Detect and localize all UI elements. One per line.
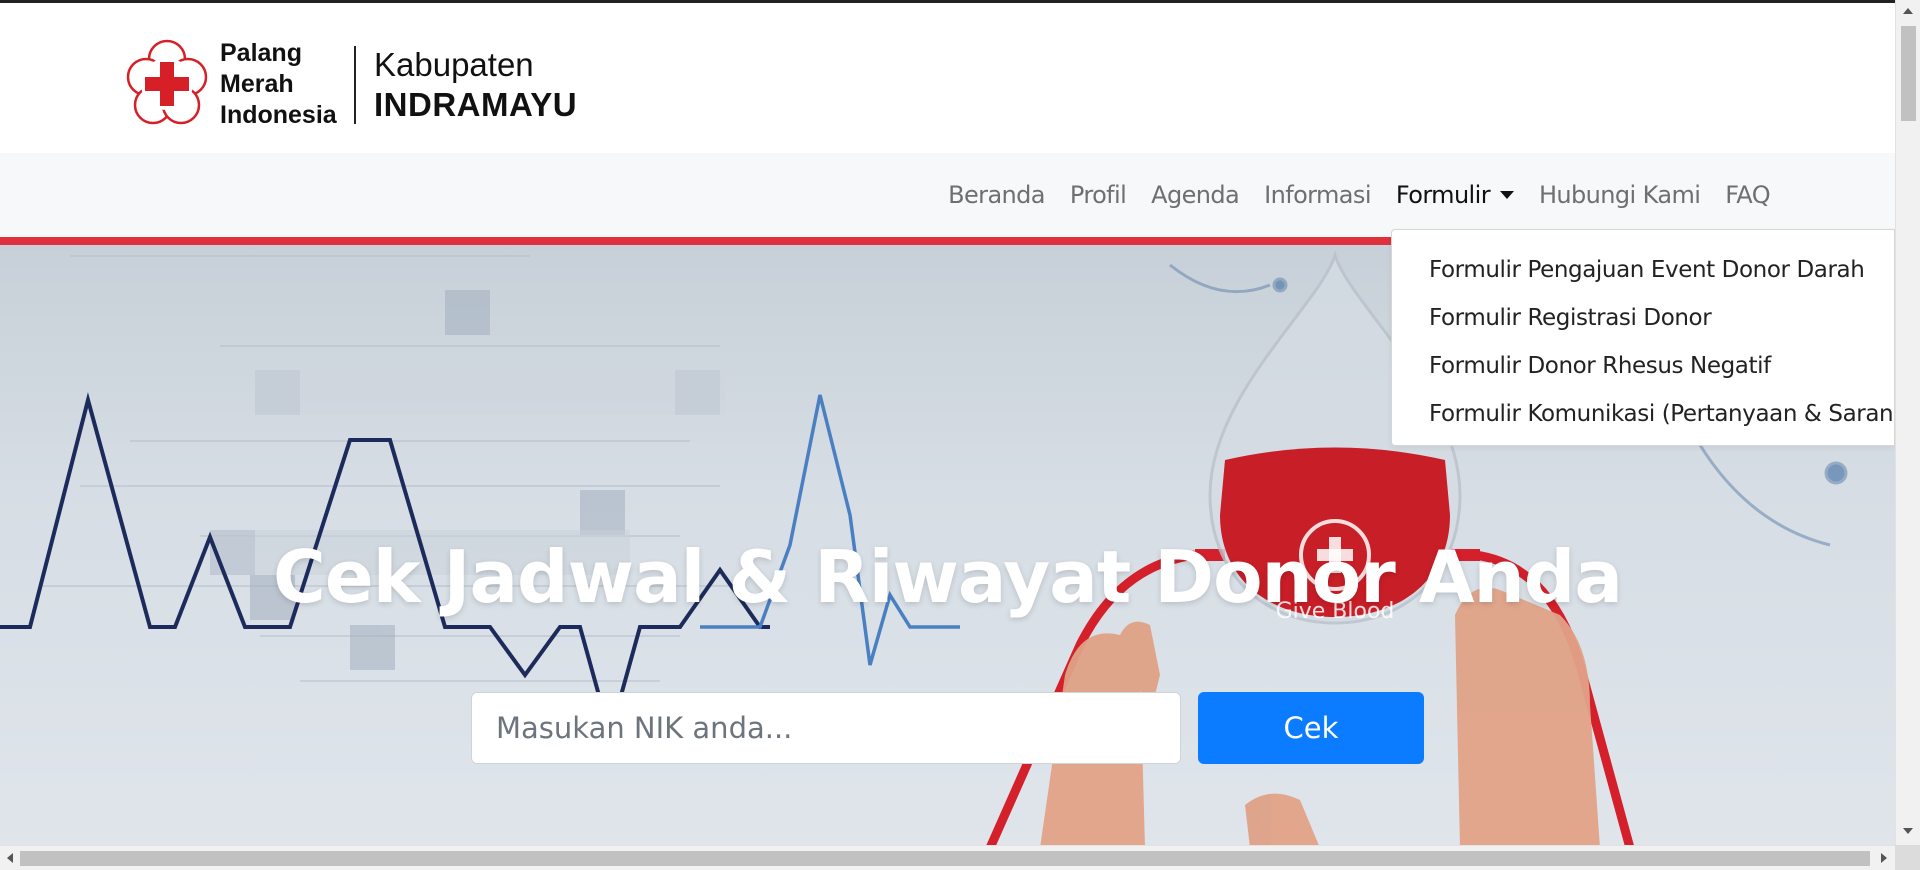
nav-item-profil[interactable]: Profil xyxy=(1070,181,1127,209)
dropdown-item-event-donor[interactable]: Formulir Pengajuan Event Donor Darah xyxy=(1392,246,1894,294)
horizontal-scrollbar[interactable] xyxy=(0,845,1895,870)
nik-input-placeholder: Masukan NIK anda... xyxy=(496,711,793,745)
brand-header: Palang Merah Indonesia Kabupaten INDRAMA… xyxy=(0,6,1895,153)
vertical-scrollbar[interactable] xyxy=(1895,0,1920,845)
region-line-1: Kabupaten xyxy=(374,45,534,83)
red-cross-flower-icon xyxy=(126,39,208,124)
vertical-scroll-thumb[interactable] xyxy=(1901,26,1916,121)
dropdown-item-registrasi-donor[interactable]: Formulir Registrasi Donor xyxy=(1392,294,1894,342)
scroll-left-icon[interactable] xyxy=(7,853,13,863)
browser-viewport: Palang Merah Indonesia Kabupaten INDRAMA… xyxy=(0,0,1895,845)
nav-item-faq[interactable]: FAQ xyxy=(1725,181,1770,209)
region-line-2: INDRAMAYU xyxy=(374,85,578,123)
pmi-line-3: Indonesia xyxy=(220,101,337,129)
pmi-wordmark: Palang Merah Indonesia xyxy=(220,38,340,131)
cek-button[interactable]: Cek xyxy=(1198,692,1424,764)
scroll-right-icon[interactable] xyxy=(1881,853,1887,863)
site-logo[interactable]: Palang Merah Indonesia Kabupaten INDRAMA… xyxy=(126,38,577,131)
horizontal-scroll-thumb[interactable] xyxy=(20,851,1870,866)
logo-divider xyxy=(354,45,356,124)
region-name: Kabupaten INDRAMAYU xyxy=(374,45,577,125)
nav-item-agenda[interactable]: Agenda xyxy=(1151,181,1240,209)
dropdown-item-rhesus-negatif[interactable]: Formulir Donor Rhesus Negatif xyxy=(1392,342,1894,390)
nav-item-beranda[interactable]: Beranda xyxy=(948,181,1045,209)
scroll-down-icon[interactable] xyxy=(1903,828,1913,834)
nik-search-input[interactable]: Masukan NIK anda... xyxy=(471,692,1181,764)
nav-item-formulir[interactable]: Formulir xyxy=(1396,181,1514,209)
pmi-line-2: Merah xyxy=(220,70,294,98)
nav-item-informasi[interactable]: Informasi xyxy=(1264,181,1371,209)
hero-title: Cek Jadwal & Riwayat Donor Anda xyxy=(273,535,1623,619)
caret-down-icon xyxy=(1499,191,1514,199)
pmi-line-1: Palang xyxy=(220,39,302,67)
nav-item-formulir-label: Formulir xyxy=(1395,181,1491,209)
nav-item-hubungi-kami[interactable]: Hubungi Kami xyxy=(1539,181,1701,209)
formulir-dropdown-menu: Formulir Pengajuan Event Donor Darah For… xyxy=(1391,229,1895,446)
dropdown-item-komunikasi[interactable]: Formulir Komunikasi (Pertanyaan & Saran) xyxy=(1392,390,1895,438)
heartbeat-line-light xyxy=(700,394,960,666)
nav-menu: Beranda Profil Agenda Informasi Formulir… xyxy=(948,153,1770,237)
scroll-up-icon[interactable] xyxy=(1903,8,1913,14)
scrollbar-corner xyxy=(1895,845,1920,870)
main-navbar: Beranda Profil Agenda Informasi Formulir… xyxy=(0,153,1895,237)
